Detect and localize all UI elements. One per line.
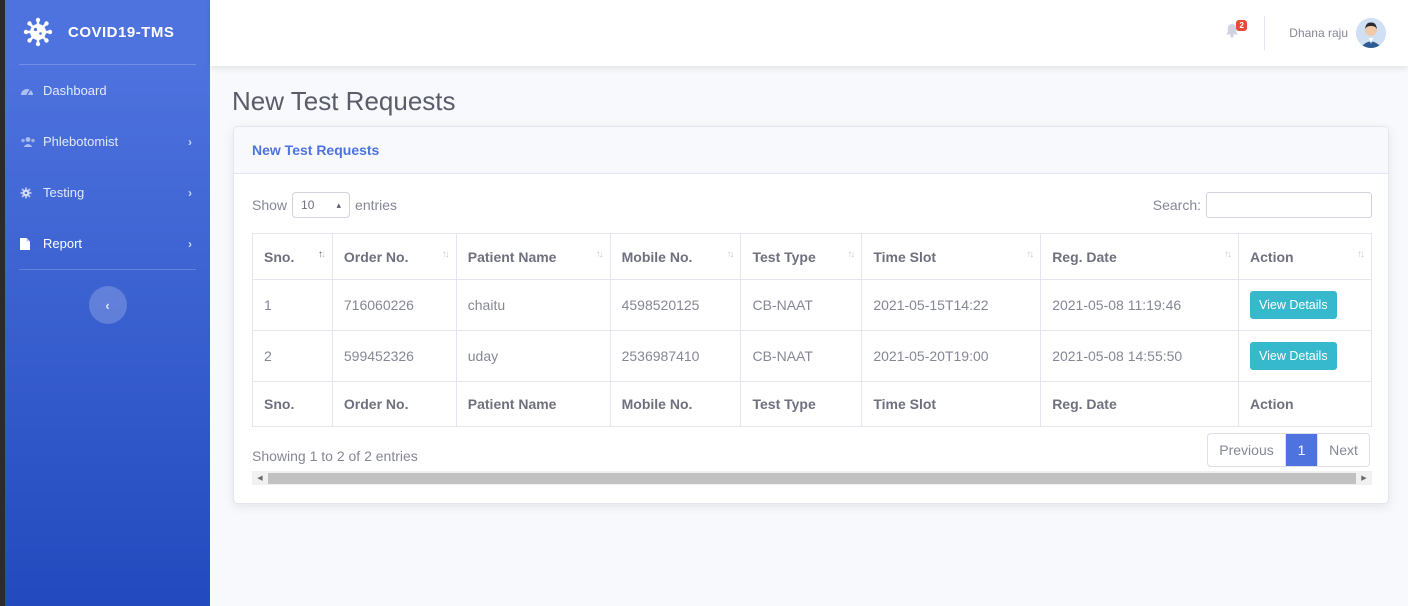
sidebar-item-testing[interactable]: Testing › (5, 167, 210, 218)
cell-reg-date: 2021-05-08 11:19:46 (1040, 279, 1240, 331)
cell-order-no: 599452326 (331, 330, 457, 382)
cog-icon (20, 186, 38, 200)
chevron-right-icon: › (188, 134, 192, 149)
show-label: Show (252, 197, 288, 213)
cell-sno: 2 (252, 330, 333, 382)
footer-reg-date: Reg. Date (1040, 381, 1240, 427)
search-input[interactable] (1206, 192, 1372, 218)
sidebar-toggle-button[interactable]: ‹ (88, 286, 127, 324)
table-header-row: Sno. ↑↓ Order No. ↑↓ Patient Name ↑↓ Mobile… (252, 233, 1372, 280)
cell-reg-date: 2021-05-08 14:55:50 (1040, 330, 1240, 382)
cell-patient-name: chaitu (455, 279, 611, 331)
page-length-value: 10 (301, 198, 315, 212)
view-details-button[interactable]: View Details (1250, 342, 1337, 370)
main-content: 2 Dhana raju New Test Requests New Test … (210, 0, 1408, 606)
table-row: 2 599452326 uday 2536987410 CB-NAAT 2021… (252, 330, 1372, 382)
cell-action: View Details (1238, 330, 1372, 382)
requests-card: New Test Requests Show 10 ▴︎ entries Sea… (233, 126, 1389, 504)
sort-icon: ↑↓ (1357, 249, 1365, 260)
table-info: Showing 1 to 2 of 2 entries (252, 448, 418, 464)
column-header-test-type[interactable]: Test Type ↑↓ (740, 233, 863, 280)
sidebar-item-label: Dashboard (43, 83, 107, 98)
cell-test-type: CB-NAAT (740, 330, 863, 382)
file-icon (20, 237, 38, 251)
view-details-button[interactable]: View Details (1250, 291, 1337, 319)
cell-test-type: CB-NAAT (740, 279, 863, 331)
page-length-control: Show 10 ▴︎ entries (252, 192, 397, 218)
sidebar-brand[interactable]: COVID19-TMS (5, 0, 210, 64)
pagination-previous-button[interactable]: Previous (1208, 434, 1286, 466)
scroll-left-icon[interactable]: ◀︎ (252, 471, 268, 485)
column-header-patient-name[interactable]: Patient Name ↑↓ (455, 233, 611, 280)
requests-table: Sno. ↑↓ Order No. ↑↓ Patient Name ↑↓ Mobile… (252, 233, 1372, 427)
search-label: Search: (1152, 197, 1201, 213)
footer-order-no: Order No. (331, 381, 457, 427)
column-header-order-no[interactable]: Order No. ↑↓ (331, 233, 457, 280)
cell-sno: 1 (252, 279, 333, 331)
sidebar-item-report[interactable]: Report › (5, 218, 210, 269)
column-header-time-slot[interactable]: Time Slot ↑↓ (861, 233, 1042, 280)
horizontal-scrollbar[interactable]: ◀︎ ▶︎ (252, 471, 1372, 485)
footer-mobile-no: Mobile No. (609, 381, 742, 427)
column-header-reg-date[interactable]: Reg. Date ↑↓ (1040, 233, 1240, 280)
cell-time-slot: 2021-05-15T14:22 (861, 279, 1042, 331)
sidebar-item-dashboard[interactable]: Dashboard (5, 65, 210, 116)
footer-sno: Sno. (252, 381, 333, 427)
footer-patient-name: Patient Name (455, 381, 611, 427)
column-header-mobile-no[interactable]: Mobile No. ↑↓ (609, 233, 742, 280)
card-header: New Test Requests (234, 127, 1388, 174)
users-icon (20, 135, 38, 149)
user-name[interactable]: Dhana raju (1289, 26, 1348, 40)
cell-mobile-no: 4598520125 (609, 279, 742, 331)
notification-count-badge: 2 (1236, 20, 1248, 31)
search-control: Search: (1153, 192, 1372, 218)
column-header-action[interactable]: Action ↑↓ (1238, 233, 1372, 280)
sidebar-item-label: Report (43, 236, 83, 251)
cell-action: View Details (1238, 279, 1372, 331)
table-footer-row: Sno. Order No. Patient Name Mobile No. T… (252, 381, 1372, 427)
brand-name: COVID19-TMS (68, 23, 175, 41)
sidebar: COVID19-TMS Dashboard Phlebotomist › Tes… (5, 0, 210, 606)
avatar[interactable] (1356, 18, 1386, 48)
chevron-right-icon: › (188, 185, 192, 200)
scroll-right-icon[interactable]: ▶︎ (1356, 471, 1372, 485)
chevron-left-icon: ‹ (105, 297, 110, 313)
sidebar-toggle-wrap: ‹ (5, 270, 210, 324)
topbar: 2 Dhana raju (210, 0, 1408, 66)
footer-test-type: Test Type (740, 381, 863, 427)
sort-icon: ↑↓ (441, 249, 450, 260)
column-header-sno[interactable]: Sno. ↑↓ (252, 233, 333, 280)
tachometer-icon (20, 84, 38, 98)
scrollbar-thumb[interactable] (268, 472, 1356, 484)
pagination-page-1[interactable]: 1 (1286, 434, 1317, 466)
page-title: New Test Requests (232, 86, 456, 116)
sort-icon: ↑↓ (1026, 249, 1034, 260)
table-controls: Show 10 ▴︎ entries Search: (252, 191, 1372, 221)
pagination: Previous 1 Next (1207, 433, 1370, 467)
sort-caret-icon: ▴︎ (336, 199, 342, 210)
sidebar-item-label: Testing (43, 185, 85, 200)
sort-icon: ↑↓ (847, 249, 855, 260)
cell-time-slot: 2021-05-20T19:00 (861, 330, 1042, 382)
footer-time-slot: Time Slot (861, 381, 1042, 427)
sort-icon: ↑↓ (595, 249, 604, 260)
page-length-select[interactable]: 10 ▴︎ (292, 192, 351, 218)
notifications-button[interactable]: 2 (1222, 20, 1248, 43)
cell-patient-name: uday (455, 330, 611, 382)
cell-order-no: 716060226 (331, 279, 457, 331)
pagination-next-button[interactable]: Next (1317, 434, 1369, 466)
cell-mobile-no: 2536987410 (609, 330, 742, 382)
virus-icon (23, 17, 53, 47)
sidebar-item-phlebotomist[interactable]: Phlebotomist › (5, 116, 210, 167)
topbar-divider (1264, 16, 1266, 50)
sort-icon: ↑↓ (317, 249, 326, 260)
footer-action: Action (1238, 381, 1372, 427)
sidebar-item-label: Phlebotomist (43, 134, 119, 149)
sort-icon: ↑↓ (1224, 249, 1232, 260)
sort-icon: ↑↓ (726, 249, 734, 260)
table-row: 1 716060226 chaitu 4598520125 CB-NAAT 20… (252, 279, 1372, 331)
entries-label: entries (355, 197, 398, 213)
chevron-right-icon: › (188, 236, 192, 251)
